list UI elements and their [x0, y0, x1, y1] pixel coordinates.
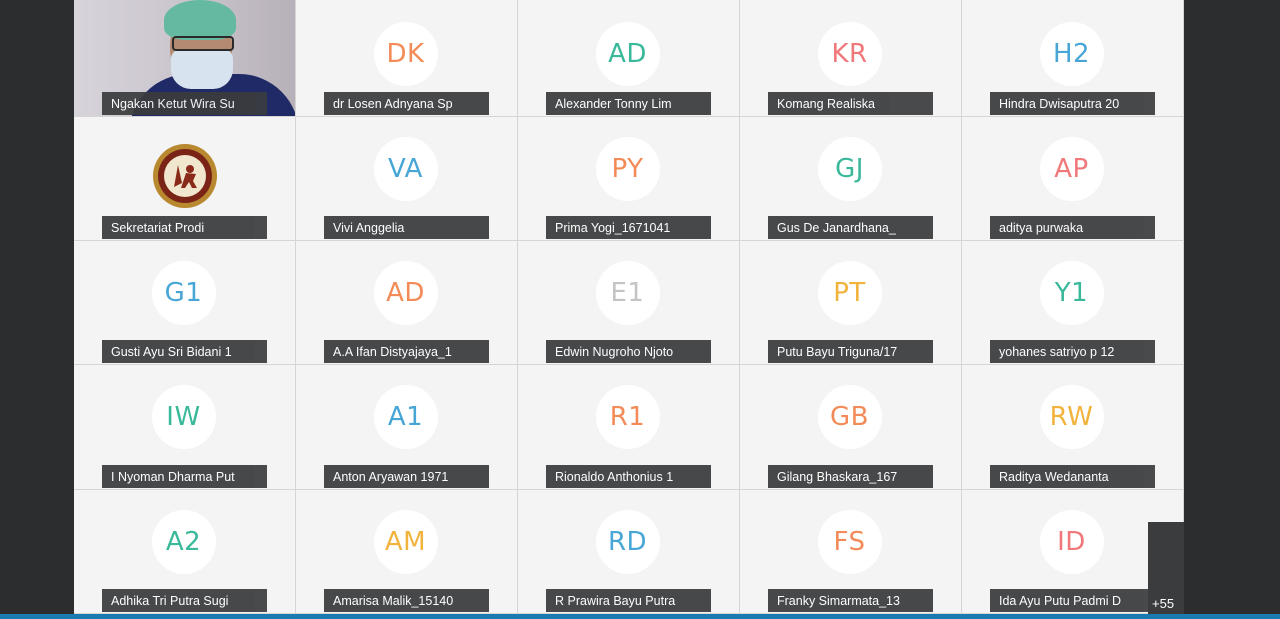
participant-avatar: R1 — [595, 385, 660, 449]
participant-tile[interactable]: PY Prima Yogi_1671041 — [518, 117, 740, 241]
participant-name: Putu Bayu Triguna/17 — [768, 340, 933, 363]
participant-tile[interactable]: GB Gilang Bhaskara_167 — [740, 365, 962, 490]
participant-tile[interactable]: Sekretariat Prodi — [74, 117, 296, 241]
participant-name: Vivi Anggelia — [324, 216, 489, 239]
participant-avatar: Y1 — [1039, 260, 1104, 325]
participant-name: Amarisa Malik_15140 — [324, 589, 489, 612]
participant-avatar: IW — [151, 385, 216, 449]
participant-tile[interactable]: R1 Rionaldo Anthonius 1 — [518, 365, 740, 490]
participant-name: Adhika Tri Putra Sugi — [102, 589, 267, 612]
participant-tile[interactable]: Y1 yohanes satriyo p 12 — [962, 241, 1184, 365]
participant-tile[interactable]: AD Alexander Tonny Lim — [518, 0, 740, 117]
participant-avatar: AD — [373, 260, 438, 325]
participant-avatar: RD — [595, 509, 660, 574]
more-participants-label: +55 — [1152, 596, 1175, 611]
participant-name: Gus De Janardhana_ — [768, 216, 933, 239]
program-logo-icon — [152, 143, 217, 208]
participant-name: Anton Aryawan 1971 — [324, 465, 489, 488]
participant-tile[interactable]: FS Franky Simarmata_13 — [740, 490, 962, 614]
participant-name: A.A Ifan Distyajaya_1 — [324, 340, 489, 363]
participant-avatar: PY — [595, 136, 660, 201]
participant-tile[interactable]: DK dr Losen Adnyana Sp — [296, 0, 518, 117]
participant-name: Gilang Bhaskara_167 — [768, 465, 933, 488]
participant-tile[interactable]: A2 Adhika Tri Putra Sugi — [74, 490, 296, 614]
participant-tile[interactable]: A1 Anton Aryawan 1971 — [296, 365, 518, 490]
participant-avatar: FS — [817, 509, 882, 574]
participant-name: Gusti Ayu Sri Bidani 1 — [102, 340, 267, 363]
participant-avatar: KR — [817, 22, 882, 86]
participant-name: I Nyoman Dharma Put — [102, 465, 267, 488]
participant-avatar: VA — [373, 136, 438, 201]
participant-avatar: E1 — [595, 260, 660, 325]
participant-tile[interactable]: AP aditya purwaka — [962, 117, 1184, 241]
participant-name: aditya purwaka — [990, 216, 1155, 239]
more-participants-button[interactable]: +55 — [1148, 522, 1184, 614]
meeting-window: Ngakan Ketut Wira Su DK dr Losen Adnyana S… — [0, 0, 1280, 619]
participant-name: Komang Realiska — [768, 92, 933, 115]
participant-name: Ngakan Ketut Wira Su — [102, 92, 267, 115]
participant-tile[interactable]: IW I Nyoman Dharma Put — [74, 365, 296, 490]
participant-tile[interactable]: E1 Edwin Nugroho Njoto — [518, 241, 740, 365]
participant-avatar: AD — [595, 22, 660, 86]
participant-tile[interactable]: AD A.A Ifan Distyajaya_1 — [296, 241, 518, 365]
participant-name: Sekretariat Prodi — [102, 216, 267, 239]
participant-name: Raditya Wedananta — [990, 465, 1155, 488]
participant-avatar: DK — [373, 22, 438, 86]
participant-avatar: H2 — [1039, 22, 1104, 86]
participant-avatar: ID — [1039, 509, 1104, 574]
participant-avatar: A1 — [373, 385, 438, 449]
participant-tile[interactable]: KR Komang Realiska — [740, 0, 962, 117]
participant-grid: Ngakan Ketut Wira Su DK dr Losen Adnyana S… — [74, 0, 1184, 614]
participant-tile[interactable]: G1 Gusti Ayu Sri Bidani 1 — [74, 241, 296, 365]
participant-tile[interactable]: GJ Gus De Janardhana_ — [740, 117, 962, 241]
participant-avatar: AP — [1039, 136, 1104, 201]
participant-tile[interactable]: RD R Prawira Bayu Putra — [518, 490, 740, 614]
participant-avatar: RW — [1039, 385, 1104, 449]
participant-avatar: AM — [373, 509, 438, 574]
participant-name: yohanes satriyo p 12 — [990, 340, 1155, 363]
participant-tile[interactable]: RW Raditya Wedananta — [962, 365, 1184, 490]
participant-avatar: GB — [817, 385, 882, 449]
participant-name: Hindra Dwisaputra 20 — [990, 92, 1155, 115]
participant-name: Ida Ayu Putu Padmi D — [990, 589, 1155, 612]
participant-name: Alexander Tonny Lim — [546, 92, 711, 115]
participant-name: Edwin Nugroho Njoto — [546, 340, 711, 363]
participant-tile[interactable]: H2 Hindra Dwisaputra 20 — [962, 0, 1184, 117]
participant-avatar: GJ — [817, 136, 882, 201]
participant-avatar: PT — [817, 260, 882, 325]
participant-tile[interactable]: Ngakan Ketut Wira Su — [74, 0, 296, 117]
participant-tile[interactable]: PT Putu Bayu Triguna/17 — [740, 241, 962, 365]
bottom-accent-bar — [0, 614, 1280, 619]
participant-tile[interactable]: VA Vivi Anggelia — [296, 117, 518, 241]
participant-tile[interactable]: AM Amarisa Malik_15140 — [296, 490, 518, 614]
participant-avatar: G1 — [151, 260, 216, 325]
participant-name: Franky Simarmata_13 — [768, 589, 933, 612]
participant-name: Prima Yogi_1671041 — [546, 216, 711, 239]
participant-avatar: A2 — [151, 509, 216, 574]
participant-name: Rionaldo Anthonius 1 — [546, 465, 711, 488]
participant-name: R Prawira Bayu Putra — [546, 589, 711, 612]
participant-name: dr Losen Adnyana Sp — [324, 92, 489, 115]
